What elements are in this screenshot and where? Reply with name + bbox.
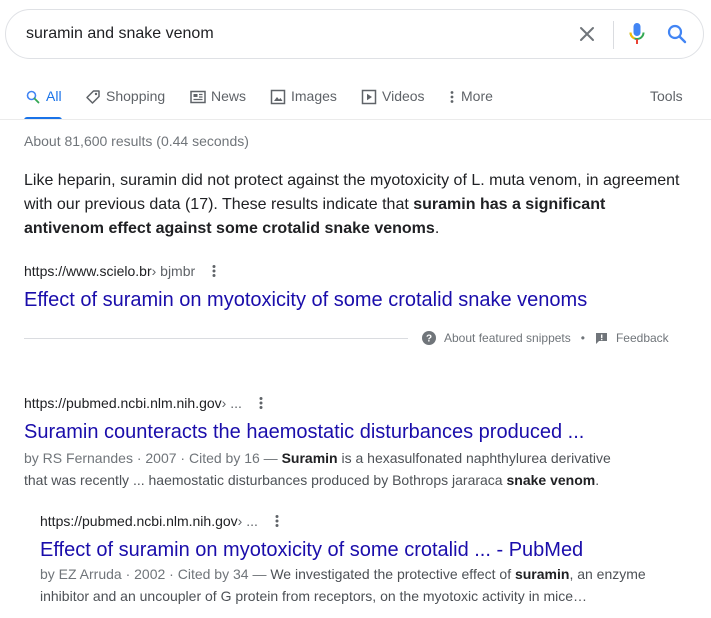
tab-label: News (211, 88, 247, 104)
desc-text: We investigated the protective effect of (270, 566, 515, 582)
featured-snippet-title-link[interactable]: Effect of suramin on myotoxicity of some… (24, 287, 587, 313)
tab-label: Videos (382, 88, 425, 104)
desc-text: . (595, 472, 600, 488)
svg-text:?: ? (426, 334, 432, 345)
desc-bold: Suramin (281, 450, 338, 466)
result-stats: About 81,600 results (0.44 seconds) (24, 133, 249, 149)
more-options-icon[interactable] (254, 394, 268, 412)
video-icon (360, 88, 378, 106)
result-cite: https://pubmed.ncbi.nlm.nih.gov › ... (24, 393, 268, 413)
about-featured-snippets-link[interactable]: ? About featured snippets (422, 331, 571, 345)
tabs-divider (0, 119, 711, 120)
tab-label: Tools (650, 88, 683, 104)
result-breadcrumb: › ... (237, 513, 258, 529)
result-description: by EZ Arruda · 2002 · Cited by 34 — We i… (40, 563, 650, 607)
result-title-link[interactable]: Suramin counteracts the haemostatic dist… (24, 419, 584, 445)
voice-search-button[interactable] (622, 10, 652, 58)
result-url: https://www.scielo.br (24, 263, 152, 279)
tab-images[interactable]: Images (269, 82, 337, 120)
searchbar-divider (613, 21, 614, 49)
more-options-icon[interactable] (270, 512, 284, 530)
search-icon (24, 88, 42, 106)
feedback-link[interactable]: Feedback (595, 331, 669, 345)
tab-news[interactable]: News (189, 82, 246, 120)
tab-label: Images (291, 88, 337, 104)
about-featured-snippets-label: About featured snippets (444, 331, 571, 345)
help-icon: ? (422, 331, 436, 345)
search-icon (667, 24, 687, 44)
footer-separator: • (580, 331, 585, 345)
result-url: https://pubmed.ncbi.nlm.nih.gov (40, 513, 238, 529)
microphone-icon (629, 23, 645, 44)
close-icon (580, 27, 594, 41)
desc-bold: snake venom (506, 472, 596, 488)
feedback-icon (595, 332, 607, 344)
result-title-link[interactable]: Effect of suramin on myotoxicity of some… (40, 537, 583, 563)
result-cite: https://pubmed.ncbi.nlm.nih.gov › ... (40, 511, 284, 531)
featured-snippet-text: Like heparin, suramin did not protect ag… (24, 169, 689, 241)
result-meta: by EZ Arruda · 2002 · Cited by 34 — (40, 566, 271, 582)
desc-bold: suramin (514, 566, 570, 582)
image-icon (269, 88, 287, 106)
tab-tools[interactable]: Tools (650, 82, 683, 120)
featured-snippet-footer: ? About featured snippets • Feedback (422, 329, 669, 347)
tag-icon (84, 88, 102, 106)
result-breadcrumb: › bjmbr (151, 263, 196, 279)
result-meta: by RS Fernandes · 2007 · Cited by 16 — (24, 450, 282, 466)
tab-label: Shopping (106, 88, 166, 104)
snippet-text-end: . (434, 220, 440, 237)
search-tabs: All Shopping News Images Videos More Too… (0, 82, 711, 120)
clear-button[interactable] (572, 10, 602, 58)
tab-more[interactable]: More (447, 82, 493, 120)
tab-videos[interactable]: Videos (360, 82, 425, 120)
result-url: https://pubmed.ncbi.nlm.nih.gov (24, 395, 222, 411)
tab-label: All (46, 88, 62, 104)
tab-all[interactable]: All (24, 82, 62, 120)
tab-shopping[interactable]: Shopping (84, 82, 165, 120)
result-description: by RS Fernandes · 2007 · Cited by 16 — S… (24, 447, 624, 491)
search-submit-button[interactable] (662, 10, 692, 58)
more-options-icon[interactable] (207, 262, 221, 280)
result-breadcrumb: › ... (221, 395, 242, 411)
more-vert-icon (447, 88, 457, 106)
tab-label: More (461, 88, 493, 104)
featured-snippet-divider (24, 338, 408, 339)
search-bar (5, 9, 704, 59)
search-input[interactable] (26, 10, 566, 58)
feedback-label: Feedback (615, 331, 669, 345)
featured-snippet-cite: https://www.scielo.br › bjmbr (24, 261, 221, 281)
news-icon (189, 88, 207, 106)
